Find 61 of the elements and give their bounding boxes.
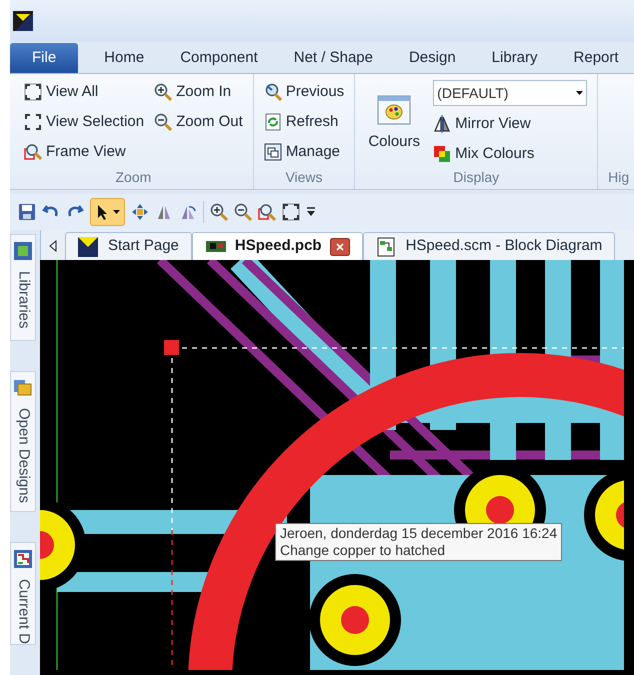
pointer-icon: [95, 203, 109, 221]
app-logo-icon[interactable]: [13, 11, 33, 31]
windows-icon: [264, 143, 282, 161]
refresh-icon: [264, 113, 282, 131]
close-icon[interactable]: [330, 238, 350, 256]
folders-icon: [13, 378, 33, 398]
magnifier-icon[interactable]: [258, 203, 276, 221]
mirror-icon: [433, 115, 452, 133]
dropdown-arrow-icon: [113, 210, 120, 214]
group-label: Views: [285, 168, 323, 187]
ribbon-button[interactable]: Refresh: [264, 110, 344, 134]
expand-icon: [24, 83, 42, 101]
group-label: Hig: [608, 168, 630, 187]
expand-icon[interactable]: [282, 203, 300, 221]
colours-button[interactable]: Colours: [365, 80, 424, 167]
zoom-out-icon[interactable]: [234, 203, 252, 221]
side-panel-tab[interactable]: Current D: [10, 542, 36, 645]
magnifier-icon: [24, 143, 42, 161]
zoom-out-icon: [154, 113, 172, 131]
group-label: Zoom: [116, 168, 152, 187]
ribbon-button[interactable]: View Selection: [24, 110, 144, 134]
tooltip-text: Jeroen, donderdag 15 december 2016 16:24: [280, 525, 558, 542]
expand-icon: [24, 113, 42, 131]
save-icon[interactable]: [18, 203, 36, 221]
style-dropdown[interactable]: (DEFAULT): [433, 80, 588, 106]
logo-icon: [78, 236, 100, 256]
tooltip-text: Change copper to hatched: [280, 542, 446, 559]
ribbon-tab[interactable]: Library: [474, 43, 556, 73]
document-tab[interactable]: HSpeed.pcb: [192, 232, 363, 260]
group-label: Display: [453, 168, 500, 187]
ribbon-button[interactable]: Zoom Out: [154, 110, 243, 134]
ribbon-button[interactable]: Zoom In: [154, 80, 243, 104]
select-tool-button[interactable]: [90, 198, 125, 226]
palette-icon: [377, 93, 412, 128]
ribbon-button[interactable]: Frame View: [24, 140, 144, 164]
ribbon-tab[interactable]: Design: [390, 43, 474, 73]
zoom-in-icon[interactable]: [210, 203, 228, 221]
chip-icon: [13, 241, 33, 261]
side-panel-tab[interactable]: Libraries: [10, 234, 36, 341]
ribbon-button[interactable]: Mirror View: [433, 112, 534, 136]
dropdown-arrow-icon: [576, 91, 584, 95]
magnifier-icon: [264, 83, 282, 101]
zoom-in-icon: [154, 83, 172, 101]
ribbon-button[interactable]: Mix Colours: [433, 142, 534, 166]
ribbon-tab[interactable]: Home: [86, 43, 162, 73]
rotate-icon[interactable]: [179, 203, 197, 221]
document-tab[interactable]: Start Page: [65, 232, 192, 260]
ribbon-button[interactable]: Previous: [264, 80, 344, 104]
ribbon-tab[interactable]: File: [10, 43, 78, 73]
move-icon[interactable]: [131, 203, 149, 221]
overlapping-squares-icon: [433, 145, 452, 163]
ribbon-tab[interactable]: Net / Shape: [276, 43, 391, 73]
scroll-left-icon[interactable]: [49, 240, 57, 252]
document-tab[interactable]: HSpeed.scm - Block Diagram: [362, 232, 616, 260]
ribbon-button[interactable]: View All: [24, 80, 144, 104]
ribbon-tab[interactable]: Component: [162, 43, 276, 73]
overflow-icon[interactable]: [306, 207, 316, 217]
side-panel-tab[interactable]: Open Designs: [10, 370, 36, 512]
ribbon-button[interactable]: Manage: [264, 140, 344, 164]
board-icon: [13, 548, 33, 569]
ribbon-tab[interactable]: Report: [556, 43, 634, 73]
